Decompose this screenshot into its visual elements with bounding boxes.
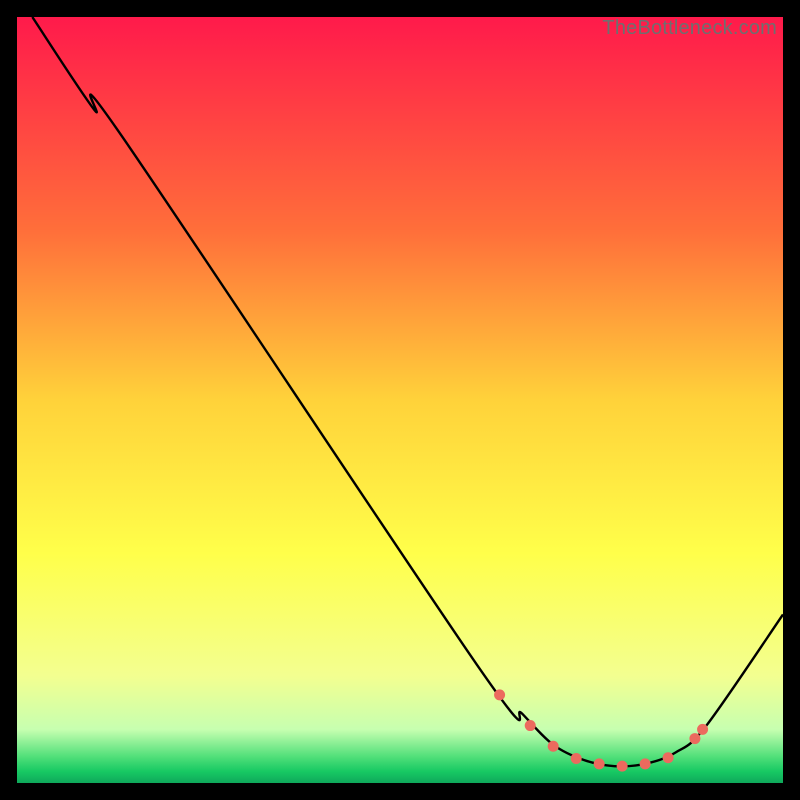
highlight-dot (617, 761, 628, 772)
highlight-dot (525, 720, 536, 731)
highlight-dot (594, 758, 605, 769)
highlight-dot (640, 758, 651, 769)
highlight-dot (697, 724, 708, 735)
chart-svg (17, 17, 783, 783)
highlight-dot (663, 752, 674, 763)
gradient-background (17, 17, 783, 783)
watermark-text: TheBottleneck.com (602, 17, 777, 40)
chart-frame: TheBottleneck.com (17, 17, 783, 783)
highlight-dot (689, 733, 700, 744)
highlight-dot (571, 753, 582, 764)
highlight-dot (494, 689, 505, 700)
highlight-dot (548, 741, 559, 752)
